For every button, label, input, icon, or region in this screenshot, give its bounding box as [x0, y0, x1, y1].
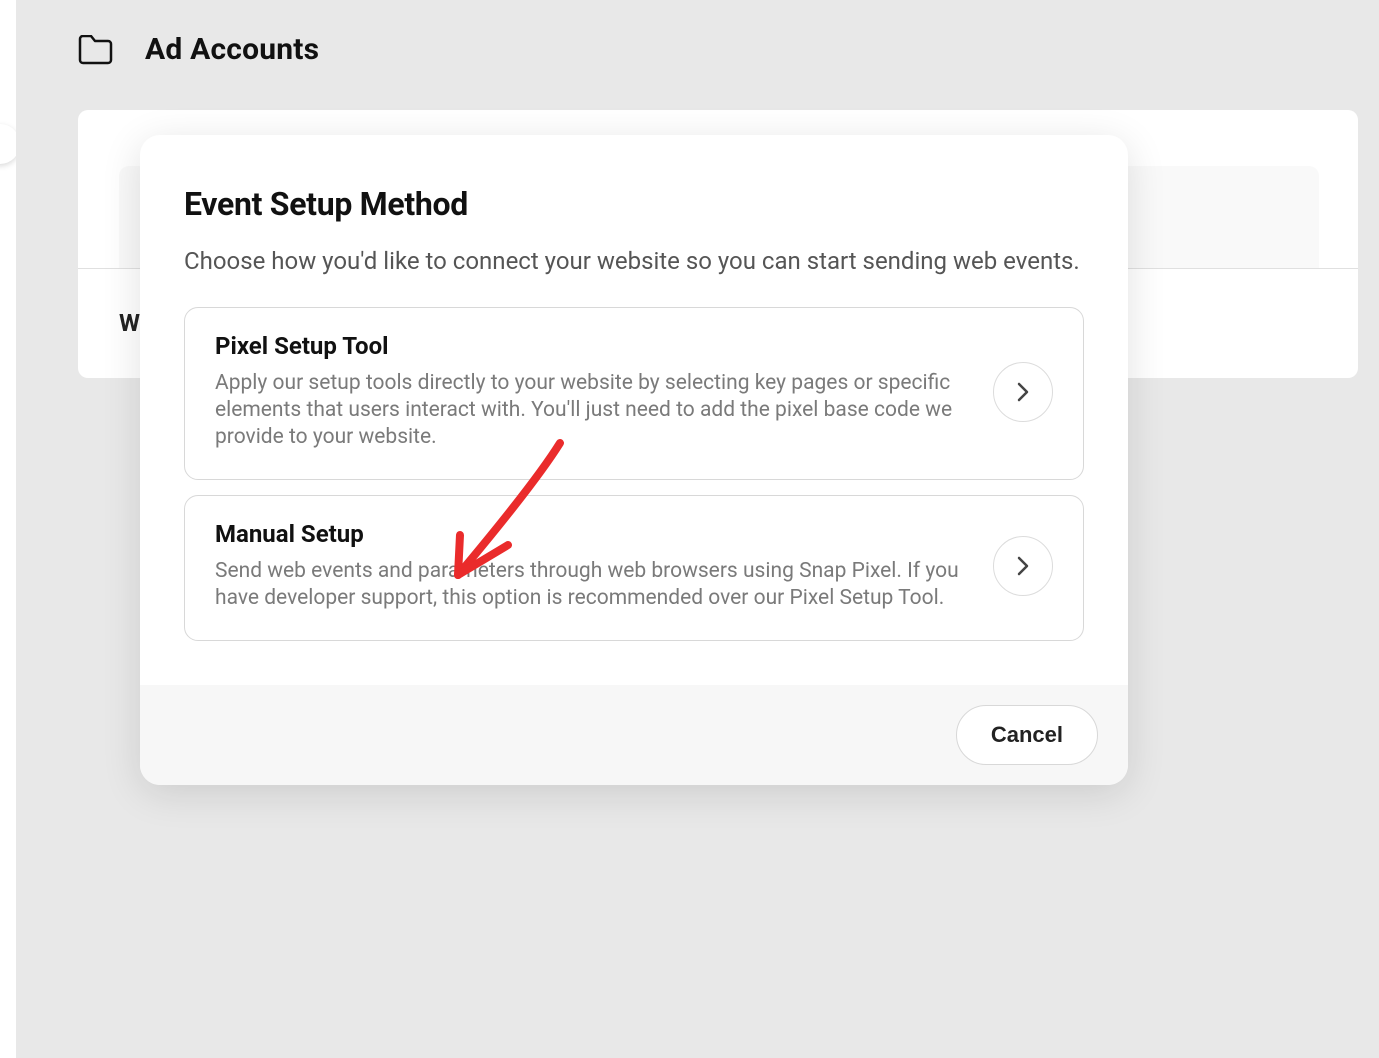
option-title: Pixel Setup Tool	[215, 332, 969, 360]
option-description: Apply our setup tools directly to your w…	[215, 370, 969, 451]
option-arrow-button[interactable]	[993, 536, 1053, 596]
option-pixel-setup-tool[interactable]: Pixel Setup Tool Apply our setup tools d…	[184, 307, 1084, 480]
option-description: Send web events and parameters through w…	[215, 558, 969, 612]
modal-body: Event Setup Method Choose how you'd like…	[140, 135, 1128, 685]
option-text-wrapper: Manual Setup Send web events and paramet…	[215, 520, 969, 612]
cancel-button[interactable]: Cancel	[956, 705, 1098, 765]
chevron-right-icon	[1017, 556, 1029, 576]
modal-title: Event Setup Method	[184, 185, 1084, 223]
page-background: Ad Accounts W Event Setup Method Choose …	[16, 0, 1379, 1058]
event-setup-modal: Event Setup Method Choose how you'd like…	[140, 135, 1128, 785]
option-manual-setup[interactable]: Manual Setup Send web events and paramet…	[184, 495, 1084, 641]
option-text-wrapper: Pixel Setup Tool Apply our setup tools d…	[215, 332, 969, 451]
option-title: Manual Setup	[215, 520, 969, 548]
page-header: Ad Accounts	[78, 32, 319, 67]
folder-icon	[78, 35, 113, 65]
modal-subtitle: Choose how you'd like to connect your we…	[184, 245, 1084, 277]
page-title: Ad Accounts	[145, 32, 319, 67]
chevron-right-icon	[1017, 382, 1029, 402]
modal-footer: Cancel	[140, 685, 1128, 785]
option-arrow-button[interactable]	[993, 362, 1053, 422]
background-label-fragment: W	[119, 309, 140, 337]
